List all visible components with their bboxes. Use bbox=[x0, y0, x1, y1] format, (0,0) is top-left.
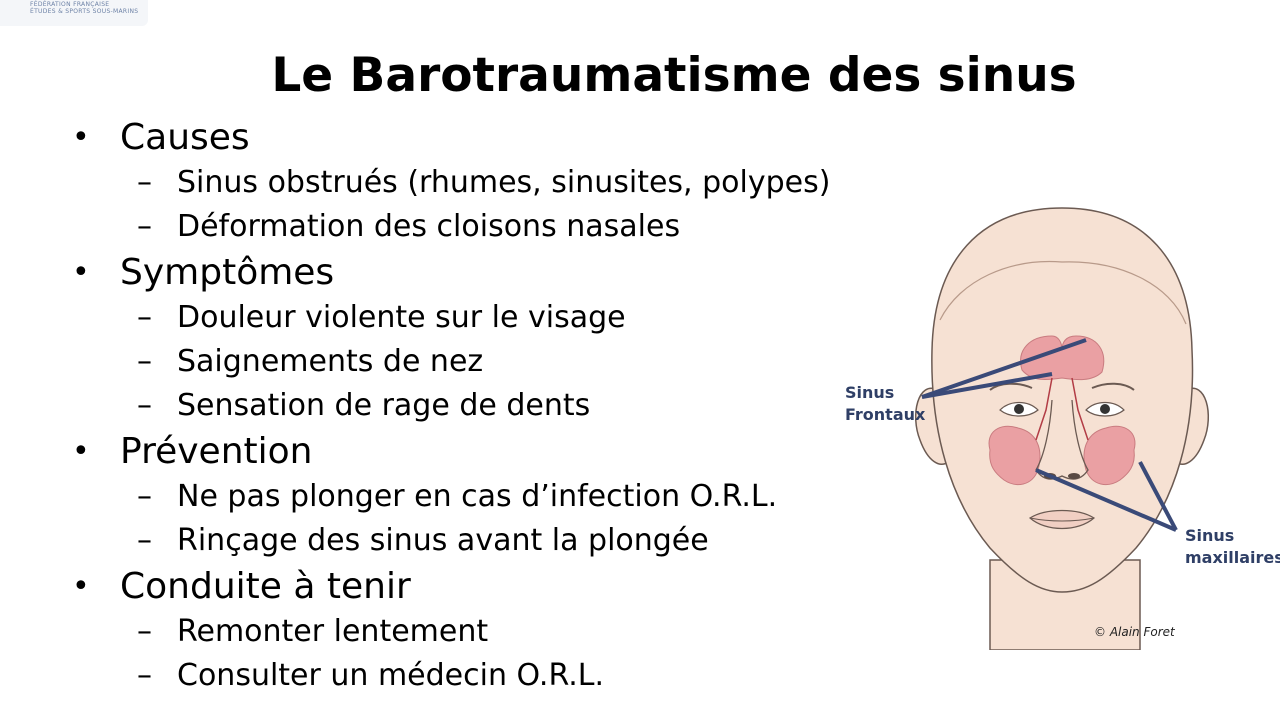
section-heading: Prévention bbox=[120, 431, 313, 472]
logo-line-2: ÉTUDES & SPORTS SOUS-MARINS bbox=[30, 8, 139, 15]
dash-icon: – bbox=[137, 209, 152, 244]
dash-icon: – bbox=[137, 479, 152, 514]
bullet-icon: • bbox=[72, 255, 90, 290]
left-pupil bbox=[1014, 404, 1024, 414]
section-prevention: • Prévention – Ne pas plonger en cas d’inf… bbox=[72, 428, 952, 563]
label-sinus-maxillaires-2: maxillaires bbox=[1185, 548, 1280, 567]
face-drawing: Sinus Frontaux Sinus maxillaires © Alain… bbox=[845, 207, 1280, 650]
dash-icon: – bbox=[137, 300, 152, 335]
label-sinus-frontaux-1: Sinus bbox=[845, 383, 894, 402]
section-heading: Conduite à tenir bbox=[120, 566, 411, 607]
copyright-text: © Alain Foret bbox=[1094, 625, 1176, 639]
dash-icon: – bbox=[137, 165, 152, 200]
section-conduite: • Conduite à tenir – Remonter lentement – C… bbox=[72, 563, 952, 698]
right-pupil bbox=[1100, 404, 1110, 414]
bullet-icon: • bbox=[72, 434, 90, 469]
list-item: – Saignements de nez bbox=[72, 340, 952, 384]
bullet-icon: • bbox=[72, 120, 90, 155]
section-symptomes: • Symptômes – Douleur violente sur le visa… bbox=[72, 249, 952, 428]
right-nostril bbox=[1068, 473, 1080, 479]
section-heading: Causes bbox=[120, 117, 250, 158]
list-item: – Consulter un médecin O.R.L. bbox=[72, 654, 952, 698]
label-sinus-frontaux-2: Frontaux bbox=[845, 405, 926, 424]
list-item: – Remonter lentement bbox=[72, 610, 952, 654]
logo-line-1: FÉDÉRATION FRANÇAISE bbox=[30, 1, 110, 8]
slide-title: Le Barotraumatisme des sinus bbox=[271, 48, 1077, 103]
sinus-face-illustration: Sinus Frontaux Sinus maxillaires © Alain… bbox=[840, 200, 1280, 650]
dash-icon: – bbox=[137, 614, 152, 649]
bullet-icon: • bbox=[72, 569, 90, 604]
label-sinus-maxillaires-1: Sinus bbox=[1185, 526, 1234, 545]
list-item: – Ne pas plonger en cas d’infection O.R.L… bbox=[72, 475, 952, 519]
head-outline bbox=[931, 207, 1194, 593]
section-causes: • Causes – Sinus obstrués (rhumes, sinusit… bbox=[72, 114, 952, 249]
list-item: – Douleur violente sur le visage bbox=[72, 296, 952, 340]
list-item: – Sensation de rage de dents bbox=[72, 384, 952, 428]
dash-icon: – bbox=[137, 388, 152, 423]
ffessm-logo: FÉDÉRATION FRANÇAISE ÉTUDES & SPORTS SOU… bbox=[0, 0, 148, 26]
list-item: – Sinus obstrués (rhumes, sinusites, poly… bbox=[72, 161, 952, 205]
bullet-list: • Causes – Sinus obstrués (rhumes, sinusit… bbox=[72, 114, 952, 698]
list-item: – Déformation des cloisons nasales bbox=[72, 205, 952, 249]
dash-icon: – bbox=[137, 523, 152, 558]
list-item: – Rinçage des sinus avant la plongée bbox=[72, 519, 952, 563]
section-heading: Symptômes bbox=[120, 252, 335, 293]
dash-icon: – bbox=[137, 344, 152, 379]
dash-icon: – bbox=[137, 658, 152, 693]
